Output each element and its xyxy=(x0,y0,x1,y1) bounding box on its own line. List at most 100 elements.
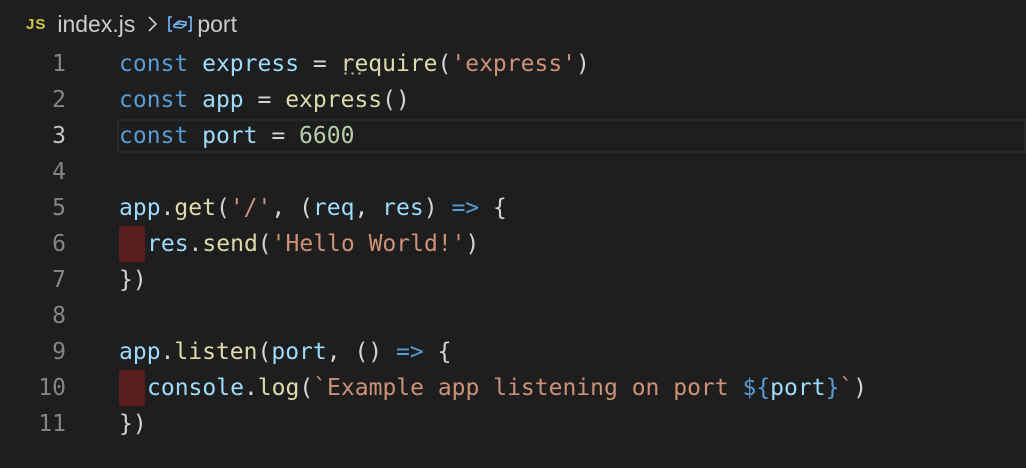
line-number: 7 xyxy=(52,267,66,293)
code-text[interactable]: }) xyxy=(119,262,147,298)
code-text[interactable]: res.send('Hello World!') xyxy=(119,226,479,262)
breadcrumb-file-name[interactable]: index.js xyxy=(57,11,135,38)
code-token: express xyxy=(285,87,383,113)
code-token: const xyxy=(119,87,189,113)
code-token: . xyxy=(160,339,175,365)
code-token: '/' xyxy=(229,195,272,221)
code-token: () xyxy=(354,339,383,365)
code-token: { xyxy=(493,195,507,221)
line-number: 11 xyxy=(38,411,66,437)
code-line[interactable]: 6 res.send('Hello World!') xyxy=(0,226,1026,262)
code-text[interactable]: const app = express() xyxy=(119,82,410,118)
code-line[interactable]: 10 console.log(`Example app listening on … xyxy=(0,370,1026,406)
code-token: ( xyxy=(299,195,313,221)
code-text[interactable]: console.log(`Example app listening on po… xyxy=(119,370,867,406)
code-editor[interactable]: 1 const express = require('express') 2 cons… xyxy=(0,46,1026,442)
code-line[interactable]: 3 const port = 6600 xyxy=(0,118,1026,154)
code-token: const xyxy=(119,51,189,77)
code-token: ) xyxy=(576,51,590,77)
code-token: . xyxy=(160,195,175,221)
code-token: ${ xyxy=(742,375,771,401)
code-token: `Example app listening on port xyxy=(313,375,743,401)
code-text[interactable]: app.listen(port, () => { xyxy=(119,334,451,370)
code-token: = xyxy=(257,123,300,149)
code-line[interactable]: 7}) xyxy=(0,262,1026,298)
code-token: ) xyxy=(465,231,480,257)
code-token: , xyxy=(354,195,383,221)
code-token: port xyxy=(770,375,826,401)
code-text[interactable]: const express = require('express') xyxy=(119,46,590,82)
code-line[interactable]: 8 xyxy=(0,298,1026,334)
code-token: ) xyxy=(853,375,868,401)
code-token: send xyxy=(202,231,258,257)
code-token: ( xyxy=(215,195,230,221)
code-line[interactable]: 1 const express = require('express') xyxy=(0,46,1026,82)
code-token: = xyxy=(299,51,341,77)
code-token: req xyxy=(312,195,355,221)
code-line[interactable]: 2 const app = express() xyxy=(0,82,1026,118)
code-token: app xyxy=(202,87,244,113)
indent-error-marker xyxy=(119,226,145,262)
code-token: } xyxy=(825,375,840,401)
code-token: }) xyxy=(119,267,147,293)
chevron-right-icon xyxy=(148,16,158,32)
code-token: ` xyxy=(839,375,854,401)
code-token: }) xyxy=(119,411,147,437)
code-line[interactable]: 5 app.get('/', (req, res) => { xyxy=(0,190,1026,226)
code-line[interactable]: 4 xyxy=(0,154,1026,190)
line-number: 10 xyxy=(38,375,66,401)
code-token: res xyxy=(382,195,424,221)
code-token: res xyxy=(147,231,189,257)
code-token: log xyxy=(257,375,300,401)
line-number: 3 xyxy=(52,123,66,149)
code-token: port xyxy=(271,339,327,365)
code-token: ( xyxy=(257,339,272,365)
code-token: ( xyxy=(299,375,314,401)
breadcrumb: JS index.js port xyxy=(0,0,1026,48)
line-number: 2 xyxy=(52,87,66,113)
code-token: get xyxy=(174,195,216,221)
code-text[interactable]: app.get('/', (req, res) => { xyxy=(119,190,507,226)
javascript-file-icon: JS xyxy=(26,15,47,33)
line-number: 8 xyxy=(52,303,66,329)
indent-error-marker xyxy=(119,370,145,406)
code-token: { xyxy=(437,339,452,365)
code-token: port xyxy=(202,123,258,149)
code-token: => xyxy=(451,195,480,221)
code-line[interactable]: 9 app.listen(port, () => { xyxy=(0,334,1026,370)
code-token: listen xyxy=(174,339,258,365)
code-token: = xyxy=(243,87,286,113)
code-token: console xyxy=(147,375,244,401)
code-text[interactable]: const port = 6600 xyxy=(119,118,354,154)
code-token: , xyxy=(326,339,355,365)
code-token: . xyxy=(243,375,258,401)
code-token: express xyxy=(202,51,300,77)
code-token: const xyxy=(119,123,189,149)
code-token: 'Hello World!' xyxy=(271,231,466,257)
code-token: 'express' xyxy=(451,51,577,77)
line-number: 6 xyxy=(52,231,66,257)
breadcrumb-symbol-name[interactable]: port xyxy=(197,11,237,38)
code-token: . xyxy=(188,231,203,257)
code-token: 6600 xyxy=(299,123,355,149)
code-token: app xyxy=(119,339,161,365)
line-number: 4 xyxy=(52,159,66,185)
code-token: ( xyxy=(437,51,452,77)
code-token: ) xyxy=(423,195,438,221)
line-number: 9 xyxy=(52,339,66,365)
code-line[interactable]: 11}) xyxy=(0,406,1026,442)
code-token: ( xyxy=(257,231,272,257)
code-token: () xyxy=(382,87,410,113)
code-token: app xyxy=(119,195,161,221)
line-number: 5 xyxy=(52,195,66,221)
code-token: , xyxy=(271,195,300,221)
code-text[interactable]: }) xyxy=(119,406,147,442)
code-token: => xyxy=(396,339,424,365)
